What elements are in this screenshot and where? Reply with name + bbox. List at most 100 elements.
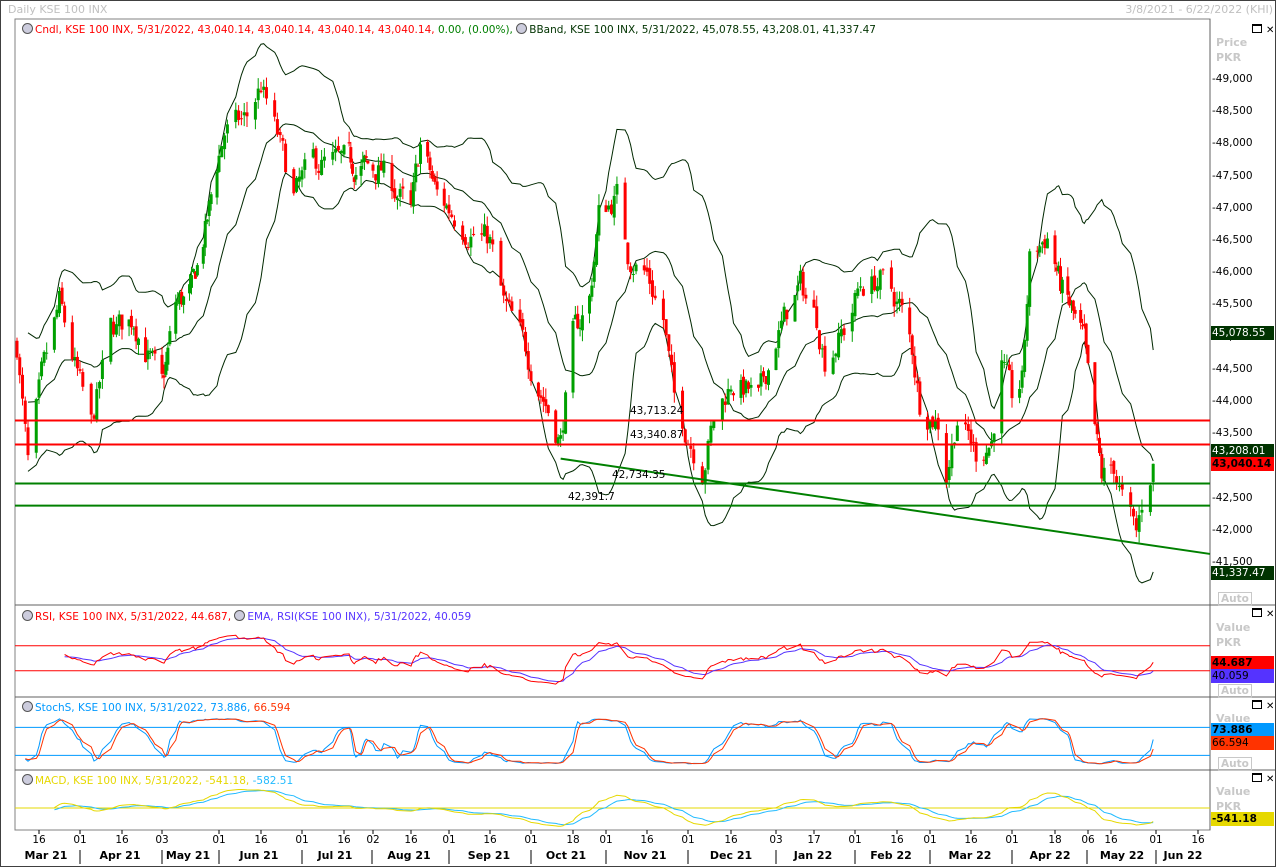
maximize-icon[interactable] (1252, 24, 1262, 33)
x-month-label: Jan 22 (793, 849, 833, 862)
candle-body (683, 429, 687, 443)
candle-body (875, 286, 879, 292)
candle-body (524, 331, 528, 352)
x-month-label: Apr 21 (99, 849, 141, 862)
clock-icon[interactable] (22, 774, 33, 785)
candle-body (98, 382, 102, 389)
price-tick: -43,500 (1212, 427, 1253, 440)
clock-icon[interactable] (516, 23, 528, 34)
candle-body (452, 220, 456, 227)
maximize-icon[interactable] (1252, 773, 1262, 782)
ema-legend-text: EMA, RSI(KSE 100 INX), 5/31/2022, 40.059 (247, 611, 472, 623)
candle-body (382, 160, 386, 173)
price-panel-controls: ✕ (1252, 24, 1274, 36)
candle-body (322, 156, 326, 161)
candle-body (881, 269, 885, 271)
rsi-auto-button[interactable]: Auto (1218, 684, 1252, 698)
x-month-label: May 22 (1099, 849, 1145, 862)
clock-icon[interactable] (22, 610, 33, 621)
x-day-label: 01 (1149, 834, 1163, 846)
x-month-label: Aug 21 (387, 849, 431, 862)
candle-body (661, 298, 665, 321)
candle-body (292, 169, 296, 194)
candle-body (1093, 362, 1097, 425)
macd-legend: MACD, KSE 100 INX, 5/31/2022, -541.18, -… (22, 774, 293, 787)
candle-body (395, 198, 399, 200)
price-axis-title: Price PKR (1216, 36, 1248, 64)
candle-body (447, 204, 451, 214)
clock-icon[interactable] (22, 701, 33, 712)
candle-body (767, 370, 770, 385)
candle-body (281, 138, 285, 141)
candle-body (536, 382, 540, 397)
candle-body (1053, 235, 1057, 265)
candle-body (918, 381, 922, 415)
candle-body (798, 270, 802, 284)
candle-body (502, 285, 506, 296)
candle-body (300, 170, 304, 180)
candle-body (379, 162, 383, 171)
maximize-icon[interactable] (1252, 700, 1262, 709)
price-auto-button[interactable]: Auto (1218, 592, 1252, 606)
candle-body (629, 266, 633, 273)
candle-body (1117, 485, 1121, 488)
candle-body (81, 372, 85, 387)
candle-body (112, 321, 116, 335)
candle-body (1010, 370, 1014, 399)
price-tick: -44,500 (1212, 362, 1253, 375)
x-day-label: 16 (724, 834, 738, 846)
candle-body (1000, 360, 1004, 434)
close-icon[interactable]: ✕ (1266, 25, 1274, 36)
candle-body (762, 371, 765, 377)
clock-icon[interactable] (22, 23, 33, 34)
candle-body (1151, 463, 1155, 482)
candle-body (1098, 437, 1101, 454)
close-icon[interactable]: ✕ (1266, 774, 1274, 785)
candle-body (109, 317, 113, 362)
candle-body (634, 264, 638, 272)
candle-body (801, 271, 805, 296)
candle-body (642, 265, 646, 271)
candle-body (485, 225, 489, 244)
candle-body (351, 163, 355, 174)
x-month-label: Jul 21 (317, 849, 353, 862)
candle-body (205, 219, 209, 222)
candle-body (631, 274, 635, 276)
x-day-label: 06 (1081, 834, 1095, 846)
price-tick: -42,500 (1212, 491, 1253, 504)
chart-title: Daily KSE 100 INX (8, 3, 108, 16)
price-tick: -45,500 (1212, 298, 1253, 311)
candle-body (723, 401, 727, 405)
maximize-icon[interactable] (1252, 608, 1262, 617)
candle-body (604, 205, 608, 212)
close-icon[interactable]: ✕ (1266, 609, 1274, 620)
candle-body (419, 144, 422, 164)
candle-body (320, 159, 324, 175)
stoch-auto-button[interactable]: Auto (1218, 757, 1252, 771)
candle-body (359, 166, 363, 176)
candle-body (712, 420, 716, 429)
candle-body (1084, 323, 1088, 347)
stoch-d-marker: 66.594 (1211, 736, 1274, 750)
candle-legend: Cndl, KSE 100 INX, 5/31/2022, 43,040.14,… (35, 24, 435, 36)
candle-body (297, 176, 301, 182)
candle-body (831, 357, 835, 374)
candle-body (518, 309, 522, 323)
candle-body (401, 186, 405, 189)
candle-body (15, 340, 19, 358)
x-month-label: May 21 (165, 849, 211, 862)
candle-body (546, 405, 550, 414)
x-day-label: 16 (1191, 834, 1205, 846)
close-icon[interactable]: ✕ (1266, 701, 1274, 712)
candle-body (256, 88, 260, 101)
clock-icon[interactable] (234, 610, 246, 621)
price-tick: -46,000 (1212, 266, 1253, 279)
candle-body (223, 135, 227, 150)
candle-body (262, 86, 266, 90)
x-day-label: 16 (640, 834, 654, 846)
candle-body (703, 470, 707, 484)
stoch-d-legend-text: 66.594 (253, 702, 291, 714)
candle-body (215, 171, 219, 198)
candle-body (55, 309, 59, 318)
candle-body (793, 294, 797, 322)
